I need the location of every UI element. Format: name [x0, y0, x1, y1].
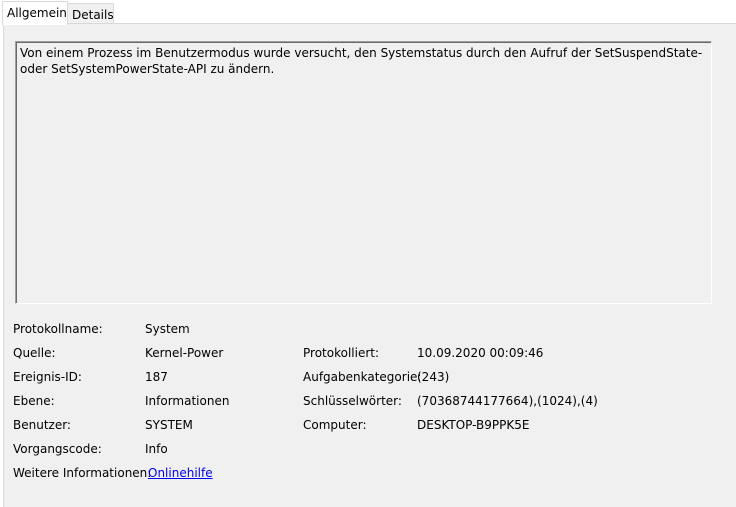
level-label: Ebene: [13, 394, 55, 408]
logged-value[interactable]: 10.09.2020 00:09:46 [417, 345, 543, 361]
tab-general[interactable]: Allgemein [2, 1, 68, 25]
user-value[interactable]: SYSTEM [145, 417, 193, 433]
keywords-value[interactable]: (70368744177664),(1024),(4) [417, 393, 598, 409]
opcode-value[interactable]: Info [145, 441, 168, 457]
logged-label: Protokolliert: [303, 346, 380, 360]
tab-strip: Allgemein Details [0, 0, 736, 25]
general-tab-content: Von einem Prozess im Benutzermodus wurde… [3, 23, 736, 507]
event-description[interactable]: Von einem Prozess im Benutzermodus wurde… [15, 41, 712, 304]
log-name-label: Protokollname: [13, 322, 103, 336]
event-id-value[interactable]: 187 [145, 369, 168, 385]
tab-details[interactable]: Details [67, 3, 114, 24]
online-help-link[interactable]: Onlinehilfe [148, 465, 213, 481]
log-name-value[interactable]: System [145, 321, 190, 337]
task-category-label: Aufgabenkategorie: [303, 370, 422, 384]
opcode-label: Vorgangscode: [13, 442, 102, 456]
more-info-label: Weitere Informationen: [13, 466, 152, 480]
user-label: Benutzer: [13, 418, 71, 432]
event-id-label: Ereignis-ID: [13, 370, 82, 384]
level-value[interactable]: Informationen [145, 393, 229, 409]
task-category-value[interactable]: (243) [417, 369, 449, 385]
source-label: Quelle: [13, 346, 56, 360]
event-properties-panel: Allgemein Details Von einem Prozess im B… [0, 0, 736, 507]
computer-label: Computer: [303, 418, 367, 432]
keywords-label: Schlüsselwörter: [303, 394, 402, 408]
source-value[interactable]: Kernel-Power [145, 345, 223, 361]
computer-value[interactable]: DESKTOP-B9PPK5E [417, 417, 529, 433]
